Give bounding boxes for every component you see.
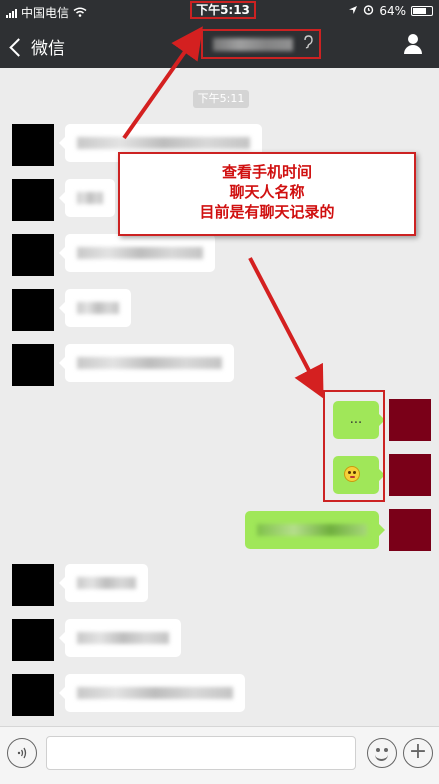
received-message[interactable] — [59, 234, 215, 272]
avatar[interactable] — [389, 399, 431, 441]
sent-message[interactable] — [245, 511, 385, 549]
nav-bar: 微信 — [0, 22, 439, 68]
plus-icon[interactable]: + — [403, 738, 433, 768]
message-input[interactable] — [46, 736, 356, 770]
carrier-label: 中国电信 — [21, 6, 70, 20]
received-message[interactable] — [59, 344, 234, 382]
annotation-callout: 查看手机时间 聊天人名称 目前是有聊天记录的 — [118, 152, 416, 236]
earpiece-icon — [303, 35, 313, 53]
annotation-line: 查看手机时间 — [221, 163, 312, 181]
avatar[interactable] — [12, 674, 54, 716]
voice-icon[interactable] — [7, 738, 37, 768]
input-bar: + — [0, 726, 439, 784]
battery-icon — [411, 6, 433, 16]
received-message[interactable] — [59, 289, 131, 327]
wifi-icon — [73, 6, 87, 20]
back-label: 微信 — [31, 39, 65, 59]
avatar[interactable] — [389, 509, 431, 551]
back-chevron-icon — [9, 38, 28, 57]
alarm-icon — [363, 4, 374, 18]
person-icon[interactable] — [403, 34, 423, 54]
avatar[interactable] — [12, 564, 54, 606]
contact-name-blurred — [213, 38, 293, 51]
avatar[interactable] — [12, 234, 54, 276]
sent-messages-highlight — [323, 390, 385, 502]
received-message[interactable] — [59, 674, 245, 712]
signal-icon — [6, 8, 17, 18]
received-message[interactable] — [59, 619, 181, 657]
location-icon — [348, 4, 358, 18]
received-message[interactable] — [59, 179, 115, 217]
received-message[interactable] — [59, 564, 148, 602]
avatar[interactable] — [389, 454, 431, 496]
chat-timestamp: 下午5:11 — [193, 90, 249, 108]
back-button[interactable]: 微信 — [9, 34, 65, 59]
status-time: 下午5:13 — [190, 1, 256, 19]
avatar[interactable] — [12, 344, 54, 386]
avatar[interactable] — [12, 619, 54, 661]
avatar[interactable] — [12, 289, 54, 331]
chat-title — [201, 29, 321, 59]
emoji-button[interactable] — [367, 738, 397, 768]
avatar[interactable] — [12, 179, 54, 221]
arrow-to-messages — [248, 257, 324, 399]
avatar[interactable] — [12, 124, 54, 166]
annotation-line: 目前是有聊天记录的 — [199, 203, 335, 221]
status-bar: 中国电信 下午5:13 64% — [0, 0, 439, 22]
battery-percent: 64% — [379, 4, 406, 18]
annotation-line: 聊天人名称 — [229, 183, 305, 201]
